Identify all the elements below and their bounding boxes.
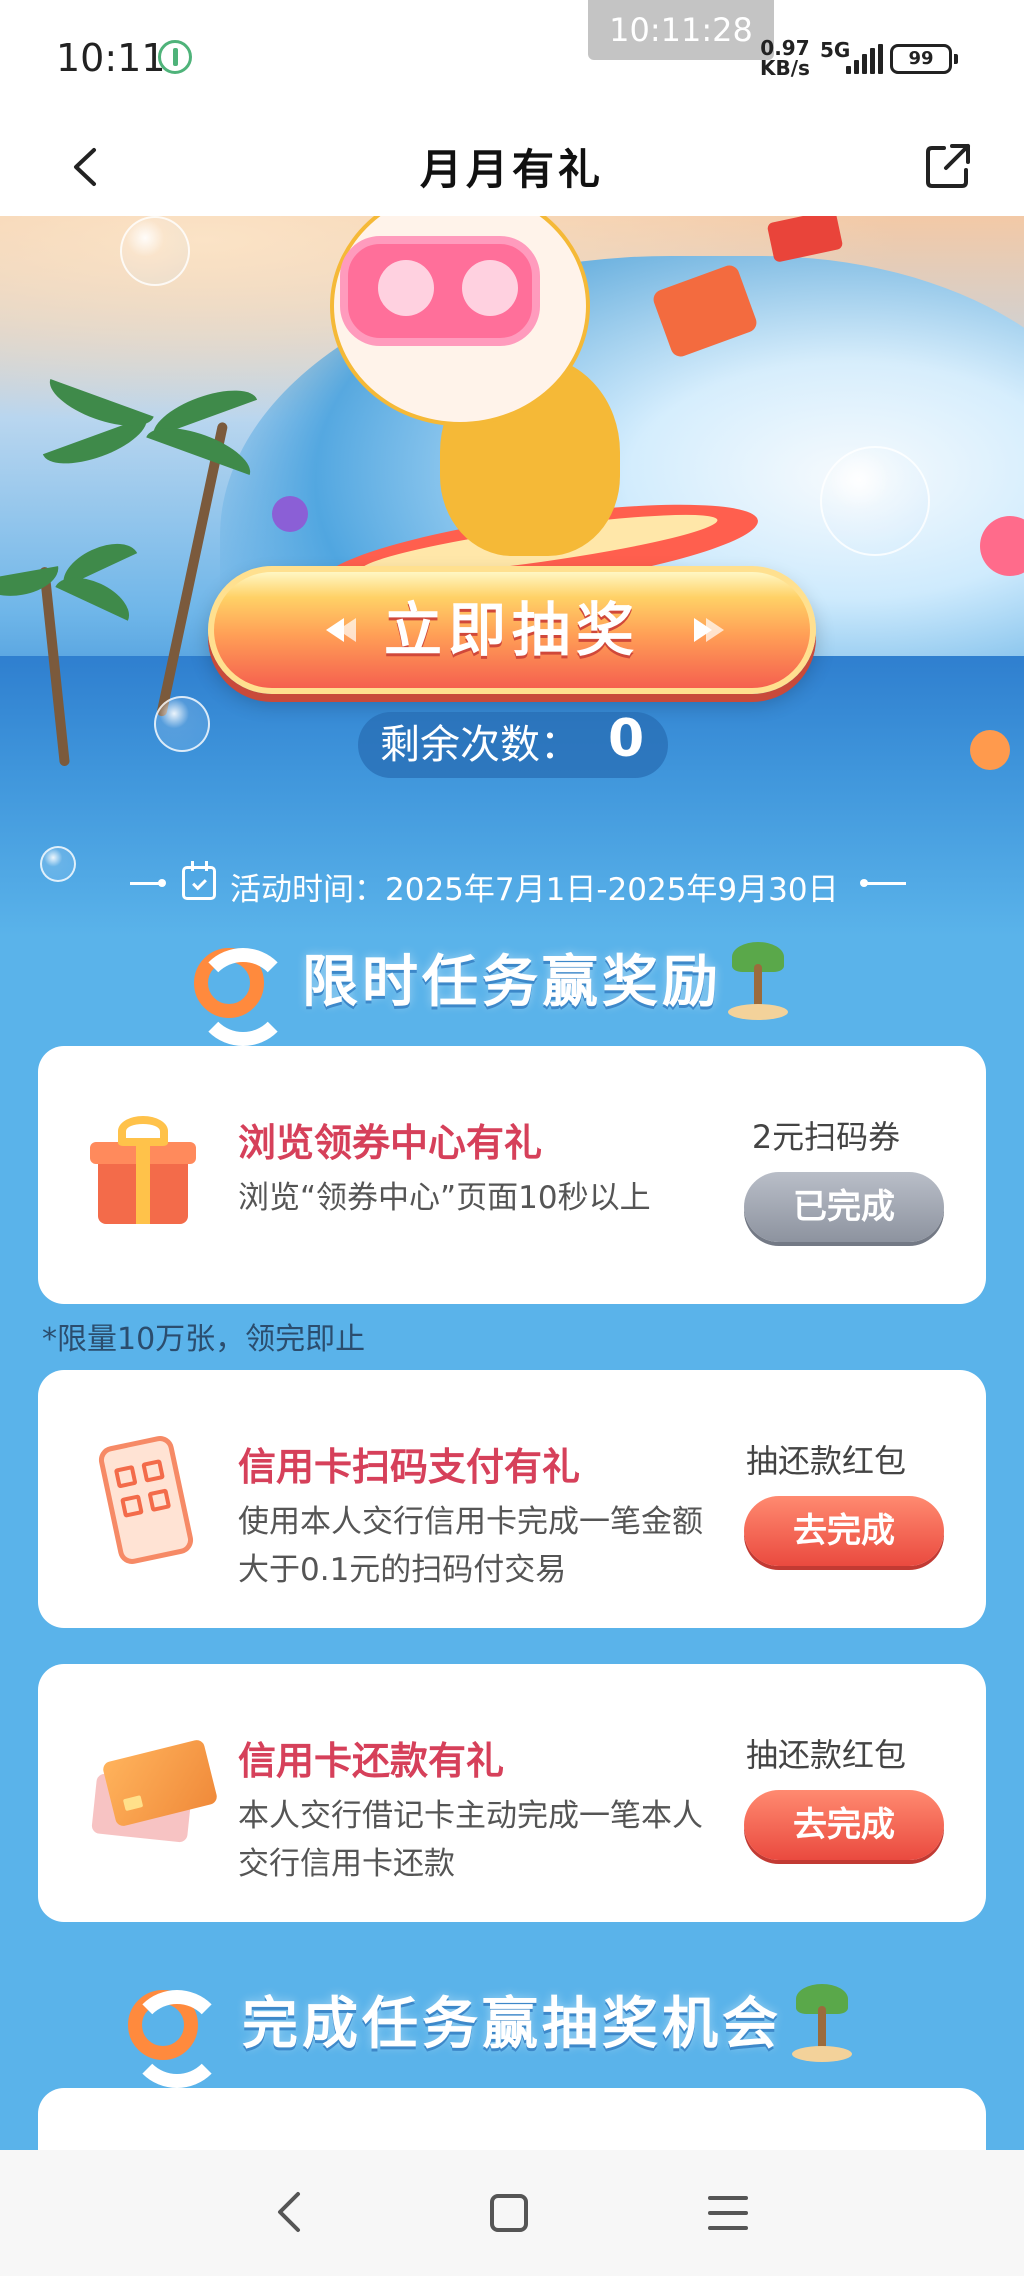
draw-lottery-button[interactable]: 立即抽奖 [208,566,816,694]
network-speed-value: 0.97 [760,36,810,60]
remaining-count: 0 [608,709,645,769]
swim-ring-icon [194,948,292,1046]
system-back-icon[interactable] [270,2190,310,2234]
divider-right [860,879,906,887]
task-card-repayment: 信用卡还款有礼 本人交行借记卡主动完成一笔本人交行信用卡还款 抽还款红包 去完成 [38,1664,986,1922]
bubble-decoration [154,696,210,752]
status-time: 10:11 [56,36,166,80]
network-speed: 0.97 KB/s [760,38,810,78]
activity-time-text: 活动时间：2025年7月1日-2025年9月30日 [230,872,839,908]
task-description: 本人交行借记卡主动完成一笔本人交行信用卡还款 [238,1798,703,1882]
task-reward: 2元扫码券 [751,1118,901,1156]
task-title: 浏览领券中心有礼 [238,1121,543,1165]
arrow-right-icon [706,618,724,642]
hero-banner: 立即抽奖 剩余次数： 0 [0,216,1024,936]
task-go-button[interactable]: 去完成 [744,1496,944,1566]
task-description: 浏览“领券中心”页面10秒以上 [238,1180,651,1216]
section-title-text: 限时任务赢奖励 [302,950,722,1015]
page-title: 月月有礼 [419,145,604,194]
activity-time: 活动时间：2025年7月1日-2025年9月30日 [0,860,1024,910]
task-title: 信用卡还款有礼 [238,1739,505,1783]
ball-decoration [970,730,1010,770]
system-home-icon[interactable] [490,2194,528,2232]
bubble-decoration [120,216,190,286]
task-card-browse-coupon: 浏览领券中心有礼 浏览“领券中心”页面10秒以上 2元扫码券 已完成 [38,1046,986,1304]
section-title-text: 完成任务赢抽奖机会 [242,1992,782,2057]
system-menu-icon[interactable] [708,2196,748,2230]
section-title-limited-tasks: 限时任务赢奖励 [0,938,1024,1046]
task-card-qr-payment: 信用卡扫码支付有礼 使用本人交行信用卡完成一笔金额大于0.1元的扫码付交易 抽还… [38,1370,986,1628]
credit-card-icon [88,1734,219,1844]
section-title-lottery-tasks: 完成任务赢抽奖机会 [0,1980,1024,2088]
mascot-goggles [340,236,540,346]
swim-ring-icon [128,1990,226,2088]
remaining-chances: 剩余次数： 0 [358,709,668,778]
palm-tree-icon [728,942,788,1022]
task-title: 信用卡扫码支付有礼 [238,1445,581,1489]
clock-overlay: 10:11:28 [588,0,774,60]
task-go-button[interactable]: 去完成 [744,1790,944,1860]
nav-bar: 月月有礼 [0,120,1024,216]
system-nav-bar [0,2150,1024,2276]
calendar-icon [182,861,216,900]
qr-phone-icon [88,1433,198,1567]
leaf-notification-icon [158,40,192,74]
palm-tree-illustration-small [0,516,160,816]
remaining-label: 剩余次数： [380,722,580,768]
share-icon[interactable] [920,138,976,194]
limit-note: *限量10万张，领完即止 [42,1322,366,1357]
task-reward: 抽还款红包 [745,1736,906,1774]
ball-decoration [272,496,308,532]
task-completed-button[interactable]: 已完成 [744,1172,944,1242]
divider-left [130,879,166,887]
gift-icon [88,1116,198,1226]
network-speed-unit: KB/s [760,56,810,80]
signal-icon [846,44,883,74]
palm-tree-icon [792,1984,852,2064]
status-bar: 10:11 10:11:28 0.97 KB/s 5G 99 [0,0,1024,120]
bubble-decoration [820,446,930,556]
task-reward: 抽还款红包 [745,1442,906,1480]
task-description: 使用本人交行信用卡完成一笔金额大于0.1元的扫码付交易 [238,1504,703,1588]
battery-icon: 99 [890,44,958,74]
